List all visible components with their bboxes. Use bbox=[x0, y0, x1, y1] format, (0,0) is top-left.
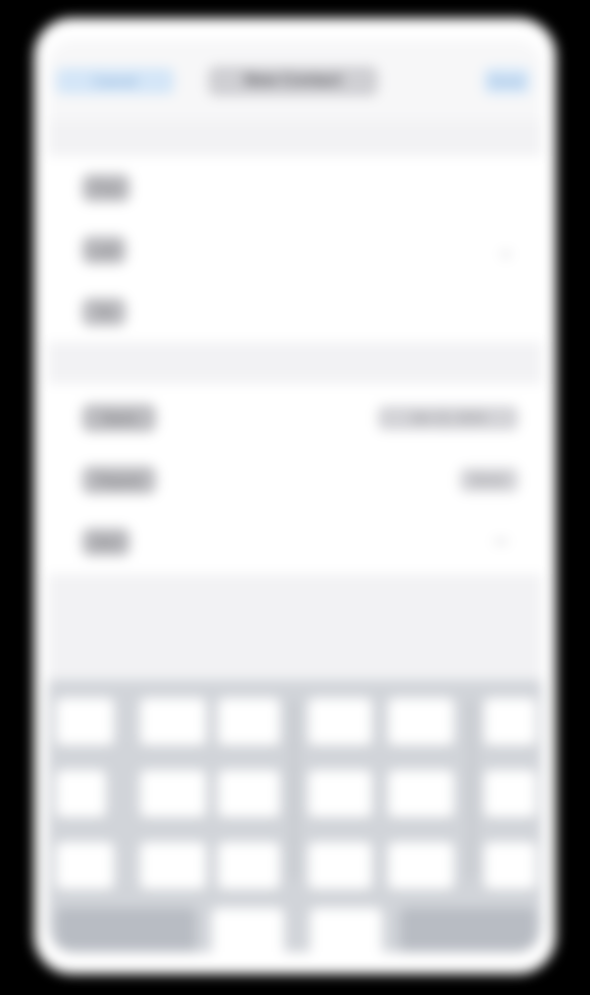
alert-value-placeholder bbox=[494, 540, 508, 543]
keyboard-key[interactable] bbox=[308, 698, 372, 746]
screen: Cancel New Contact Done First Last ⌄ Tel… bbox=[48, 40, 542, 952]
contact-section: First Last ⌄ Tel bbox=[48, 156, 542, 342]
starts-value[interactable]: Jan 12, 2024 bbox=[378, 406, 518, 430]
keyboard-divider bbox=[468, 700, 476, 880]
first-name-label: First bbox=[82, 174, 130, 202]
starts-row[interactable]: Starts Jan 12, 2024 bbox=[48, 388, 542, 448]
keyboard-divider bbox=[290, 700, 298, 880]
phone-label: Tel bbox=[82, 298, 126, 326]
event-section: Starts Jan 12, 2024 Repeat Never Alert bbox=[48, 384, 542, 574]
keyboard-key[interactable] bbox=[218, 698, 280, 746]
keyboard-key[interactable] bbox=[56, 698, 114, 746]
keyboard-delete-key[interactable] bbox=[400, 908, 536, 952]
keyboard-function-key[interactable] bbox=[56, 908, 196, 952]
navigation-bar: Cancel New Contact Done bbox=[48, 40, 542, 120]
alert-label: Alert bbox=[82, 528, 130, 556]
keyboard-key[interactable] bbox=[218, 770, 280, 818]
last-name-label: Last bbox=[82, 236, 126, 264]
phone-row[interactable]: Tel bbox=[48, 282, 542, 342]
keyboard bbox=[48, 680, 542, 952]
keyboard-key[interactable] bbox=[56, 770, 106, 818]
keyboard-key[interactable] bbox=[388, 698, 454, 746]
cancel-button[interactable]: Cancel bbox=[56, 68, 174, 94]
keyboard-key[interactable] bbox=[484, 842, 536, 890]
last-name-row[interactable]: Last ⌄ bbox=[48, 220, 542, 280]
keyboard-key[interactable] bbox=[140, 842, 206, 890]
keyboard-key[interactable] bbox=[140, 770, 206, 818]
chevron-down-icon[interactable]: ⌄ bbox=[494, 236, 518, 264]
repeat-label: Repeat bbox=[82, 466, 156, 494]
first-name-row[interactable]: First bbox=[48, 158, 542, 218]
starts-label: Starts bbox=[82, 404, 156, 432]
keyboard-key[interactable] bbox=[308, 770, 372, 818]
keyboard-key[interactable] bbox=[308, 842, 372, 890]
keyboard-key[interactable] bbox=[484, 698, 536, 746]
keyboard-key[interactable] bbox=[212, 908, 284, 952]
keyboard-key[interactable] bbox=[310, 908, 382, 952]
keyboard-key[interactable] bbox=[388, 842, 454, 890]
phone-frame: Cancel New Contact Done First Last ⌄ Tel… bbox=[34, 18, 556, 974]
repeat-row[interactable]: Repeat Never bbox=[48, 450, 542, 510]
keyboard-key[interactable] bbox=[484, 770, 536, 818]
keyboard-key[interactable] bbox=[56, 842, 114, 890]
done-button[interactable]: Done bbox=[484, 68, 530, 94]
repeat-value[interactable]: Never bbox=[460, 468, 518, 492]
page-title: New Contact bbox=[208, 66, 378, 96]
keyboard-key[interactable] bbox=[388, 770, 454, 818]
keyboard-key[interactable] bbox=[218, 842, 280, 890]
keyboard-key[interactable] bbox=[140, 698, 206, 746]
alert-row[interactable]: Alert bbox=[48, 512, 542, 572]
